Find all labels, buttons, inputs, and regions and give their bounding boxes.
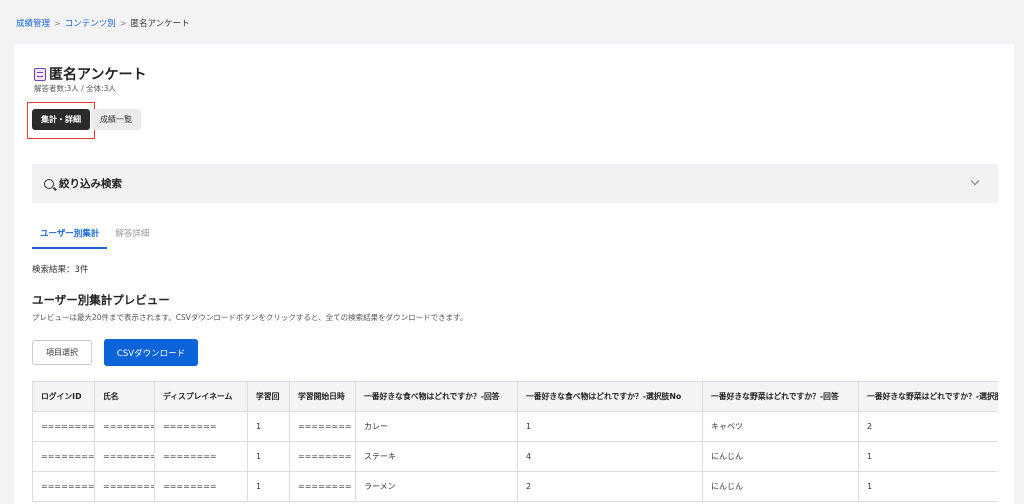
table-cell: ======== <box>94 471 155 502</box>
table-cell: 1 <box>517 411 703 442</box>
search-icon <box>44 178 54 189</box>
results-table-container[interactable]: ログインID 氏名 ディスプレイネーム 学習回 学習開始日時 一番好きな食べ物は… <box>32 381 998 504</box>
table-cell: ======== <box>94 441 155 472</box>
table-row: ======== ======== ======== 1 ======== カレ… <box>32 411 998 442</box>
table-cell: 2 <box>517 471 703 502</box>
table-cell: ======== <box>154 441 248 472</box>
table-cell: にんじん <box>702 471 859 502</box>
table-cell: ======== <box>289 471 356 502</box>
column-header: ディスプレイネーム <box>154 381 248 412</box>
column-header: 学習回 <box>247 381 290 412</box>
column-header: 一番好きな野菜はどれですか？-選択肢No <box>858 381 998 412</box>
column-header: 学習開始日時 <box>289 381 356 412</box>
result-tabs: ユーザー別集計 解答詳細 <box>32 222 157 249</box>
column-header: 一番好きな食べ物はどれですか？-選択肢No <box>517 381 703 412</box>
breadcrumb-separator: > <box>54 18 61 28</box>
table-cell: 1 <box>247 471 290 502</box>
breadcrumb-separator: > <box>119 18 127 28</box>
table-cell: ステーキ <box>355 441 518 472</box>
page-title: 匿名アンケート <box>34 64 146 84</box>
table-row: ======== ======== ======== 1 ======== ステ… <box>32 441 998 472</box>
result-count: 検索結果：3件 <box>32 265 89 275</box>
results-table: ログインID 氏名 ディスプレイネーム 学習回 学習開始日時 一番好きな食べ物は… <box>32 381 998 502</box>
respondent-count: 解答者数:3人 / 全体:3人 <box>34 84 116 93</box>
table-cell: 4 <box>517 441 703 472</box>
breadcrumb-current: 匿名アンケート <box>130 19 190 29</box>
summary-detail-button[interactable]: 集計・詳細 <box>32 109 90 130</box>
document-list-icon <box>34 67 46 81</box>
table-cell: 1 <box>247 411 290 442</box>
table-cell: ======== <box>94 411 155 442</box>
column-header: 氏名 <box>94 381 155 412</box>
table-cell: 1 <box>858 441 998 472</box>
breadcrumb-link-by-content[interactable]: コンテンツ別 <box>65 17 116 29</box>
table-cell: ======== <box>32 441 95 472</box>
column-header: ログインID <box>32 381 95 412</box>
table-cell: 1 <box>858 471 998 502</box>
section-description: プレビューは最大20件まで表示されます。CSVダウンロードボタンをクリックすると… <box>32 313 468 322</box>
section-title: ユーザー別集計プレビュー <box>32 293 170 307</box>
breadcrumb: 成績管理 > コンテンツ別 > 匿名アンケート <box>16 17 190 30</box>
table-cell: ======== <box>32 411 95 442</box>
table-cell: 2 <box>858 411 998 442</box>
table-cell: ======== <box>289 441 356 472</box>
page-title-text: 匿名アンケート <box>49 67 147 83</box>
select-items-button[interactable]: 項目選択 <box>32 340 92 365</box>
table-cell: ======== <box>289 411 356 442</box>
table-cell: 1 <box>247 441 290 472</box>
table-cell: カレー <box>355 411 518 442</box>
chevron-down-icon[interactable] <box>970 176 980 186</box>
filter-search-label: 絞り込み検索 <box>59 178 122 190</box>
breadcrumb-link-grades[interactable]: 成績管理 <box>16 17 50 29</box>
table-cell: キャベツ <box>702 411 859 442</box>
table-cell: にんじん <box>702 441 859 472</box>
table-cell: ======== <box>154 411 248 442</box>
table-cell: ======== <box>154 471 248 502</box>
table-header-row: ログインID 氏名 ディスプレイネーム 学習回 学習開始日時 一番好きな食べ物は… <box>32 381 998 412</box>
table-cell: ラーメン <box>355 471 518 502</box>
filter-search-toggle[interactable]: 絞り込み検索 <box>32 164 998 203</box>
tab-answer-details[interactable]: 解答詳細 <box>107 222 157 249</box>
column-header: 一番好きな野菜はどれですか？-回答 <box>702 381 859 412</box>
table-cell: ======== <box>32 471 95 502</box>
tab-user-summary[interactable]: ユーザー別集計 <box>32 222 108 249</box>
column-header: 一番好きな食べ物はどれですか？-回答 <box>355 381 518 412</box>
table-row: ======== ======== ======== 1 ======== ラー… <box>32 471 998 502</box>
csv-download-button[interactable]: CSVダウンロード <box>104 339 198 366</box>
grades-list-button[interactable]: 成績一覧 <box>91 109 141 130</box>
